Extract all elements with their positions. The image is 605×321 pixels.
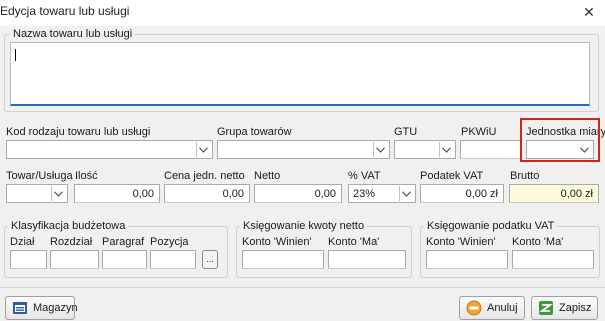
magazyn-button[interactable]: Magazyn: [5, 296, 78, 320]
save-icon: [538, 300, 554, 316]
brutto-input[interactable]: 0,00 zł: [509, 184, 599, 203]
dzial-input[interactable]: [10, 250, 47, 269]
ilosc-input[interactable]: 0,00: [74, 184, 160, 203]
save-label: Zapisz: [559, 302, 592, 314]
dzial-label: Dział: [10, 236, 35, 248]
save-button[interactable]: Zapisz: [531, 296, 598, 320]
netto-winien-label: Konto 'Winien': [242, 236, 312, 248]
podatek-input[interactable]: 0,00 zł: [420, 184, 504, 203]
netto-posting-legend: Księgowanie kwoty netto: [240, 220, 368, 232]
magazyn-label: Magazyn: [33, 302, 78, 314]
typ-label: Towar/Usługa: [6, 170, 73, 182]
grupa-combo[interactable]: [217, 140, 390, 159]
chevron-down-icon[interactable]: [439, 142, 453, 157]
window-title: Edycja towaru lub usługi: [0, 4, 130, 18]
warehouse-icon: [12, 300, 28, 316]
chevron-down-icon[interactable]: [196, 142, 210, 157]
bottom-divider: [0, 287, 605, 288]
brutto-label: Brutto: [510, 170, 540, 182]
netto-input[interactable]: 0,00: [254, 184, 342, 203]
vat-label: % VAT: [348, 170, 381, 182]
rozdzial-input[interactable]: [50, 250, 99, 269]
name-textarea[interactable]: [10, 42, 590, 106]
kod-combo[interactable]: [6, 140, 213, 159]
cena-label: Cena jedn. netto: [164, 170, 245, 182]
cancel-label: Anuluj: [487, 302, 518, 314]
gtu-combo[interactable]: [394, 140, 456, 159]
pozycja-input[interactable]: [150, 250, 196, 269]
netto-label: Netto: [254, 170, 281, 182]
netto-ma-label: Konto 'Ma': [328, 236, 380, 248]
text-cursor: [15, 49, 16, 61]
paragraf-label: Paragraf: [102, 236, 145, 248]
cancel-button[interactable]: Anuluj: [459, 296, 525, 320]
kod-label: Kod rodzaju towaru lub usługi: [6, 126, 151, 138]
netto-ma-input[interactable]: [328, 250, 406, 269]
vat-ma-input[interactable]: [512, 250, 594, 269]
rozdzial-label: Rozdział: [50, 236, 93, 248]
gtu-label: GTU: [394, 126, 418, 138]
chevron-down-icon[interactable]: [51, 186, 65, 201]
close-icon[interactable]: ✕: [578, 2, 600, 22]
vat-winien-label: Konto 'Winien': [426, 236, 496, 248]
cancel-icon: [466, 300, 482, 316]
grupa-label: Grupa towarów: [217, 126, 292, 138]
netto-winien-input[interactable]: [242, 250, 324, 269]
vat-posting-legend: Księgowanie podatku VAT: [424, 220, 558, 232]
name-group-legend: Nazwa towaru lub usługi: [10, 28, 136, 40]
chevron-down-icon[interactable]: [373, 142, 387, 157]
podatek-label: Podatek VAT: [420, 170, 484, 182]
typ-combo[interactable]: [6, 184, 68, 203]
budget-legend: Klasyfikacja budżetowa: [8, 220, 129, 232]
pkwiu-label: PKWiU: [461, 126, 497, 138]
vat-ma-label: Konto 'Ma': [512, 236, 564, 248]
pkwiu-input[interactable]: [460, 140, 522, 159]
chevron-down-icon[interactable]: [399, 186, 413, 201]
ilosc-label: Ilość: [75, 170, 98, 182]
vat-winien-input[interactable]: [426, 250, 508, 269]
browse-button[interactable]: ...: [202, 250, 218, 269]
jednostka-highlight-box: [520, 118, 600, 162]
pozycja-label: Pozycja: [150, 236, 189, 248]
cena-input[interactable]: 0,00: [164, 184, 250, 203]
paragraf-input[interactable]: [102, 250, 147, 269]
vat-combo[interactable]: 23%: [348, 184, 416, 203]
